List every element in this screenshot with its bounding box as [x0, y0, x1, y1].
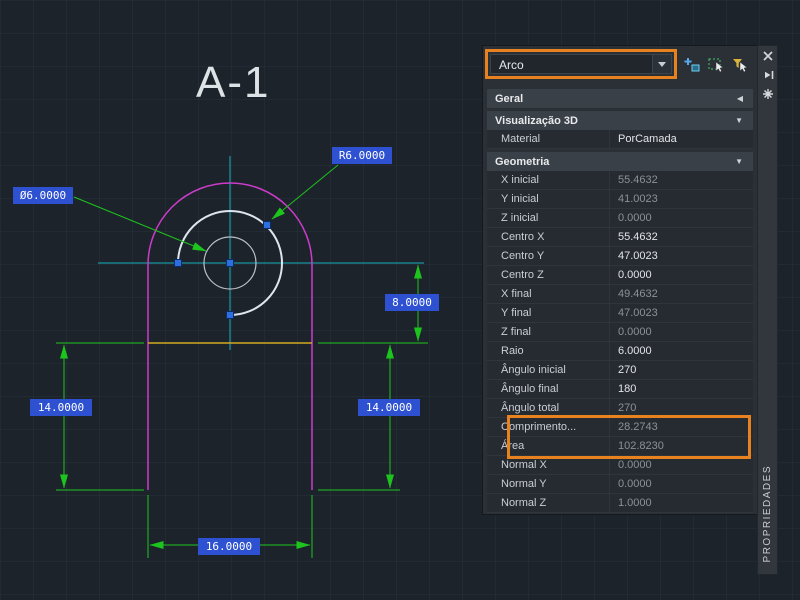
select-objects-icon [708, 58, 724, 73]
chevron-down-icon [658, 61, 666, 67]
property-value[interactable]: 0.0000 [610, 475, 753, 493]
palette-title: PROPRIEDADES [762, 464, 773, 562]
property-value[interactable]: 102.8230 [610, 437, 753, 455]
grip-arc-end[interactable] [174, 259, 182, 267]
select-objects-button[interactable] [705, 53, 727, 77]
row-z-inicial[interactable]: Z inicial 0.0000 [487, 209, 753, 228]
category-row-geometria[interactable]: Geometria ▼ [487, 152, 753, 171]
radius-leader-line[interactable] [271, 164, 339, 220]
row-z-final[interactable]: Z final 0.0000 [487, 323, 753, 342]
close-icon [762, 50, 773, 61]
radius-dimension-label[interactable]: R6.0000 [332, 147, 392, 164]
row-angulo-inicial[interactable]: Ângulo inicial 270 [487, 361, 753, 380]
diameter-leader-line[interactable] [73, 196, 207, 252]
collapse-arrow-icon: ◀ [736, 94, 743, 103]
collapse-arrow-icon: ▼ [735, 116, 743, 125]
property-value[interactable]: 55.4632 [610, 171, 753, 189]
row-centro-y[interactable]: Centro Y 47.0023 [487, 247, 753, 266]
dimension-extension-lines [56, 342, 428, 558]
row-angulo-final[interactable]: Ângulo final 180 [487, 380, 753, 399]
property-value[interactable]: 0.0000 [610, 456, 753, 474]
row-centro-z[interactable]: Centro Z 0.0000 [487, 266, 753, 285]
center-crosshair-lines [98, 156, 424, 350]
quick-select-icon [733, 59, 748, 73]
property-value[interactable]: 1.0000 [610, 494, 753, 512]
row-material[interactable]: Material PorCamada [487, 130, 753, 149]
collapse-arrow-icon: ▼ [735, 157, 743, 166]
property-value[interactable]: 270 [610, 399, 753, 417]
property-value[interactable]: 0.0000 [610, 209, 753, 227]
row-normal-z[interactable]: Normal Z 1.0000 [487, 494, 753, 513]
row-centro-x[interactable]: Centro X 55.4632 [487, 228, 753, 247]
row-raio[interactable]: Raio 6.0000 [487, 342, 753, 361]
dropdown-button[interactable] [652, 55, 671, 73]
row-x-final[interactable]: X final 49.4632 [487, 285, 753, 304]
settings-button[interactable] [758, 84, 777, 103]
diameter-dimension-label[interactable]: Ø6.0000 [13, 187, 73, 204]
width-dimension-label[interactable]: 16.0000 [198, 538, 260, 555]
row-normal-x[interactable]: Normal X 0.0000 [487, 456, 753, 475]
height-dimension-label[interactable]: 8.0000 [385, 294, 439, 311]
quick-select-button[interactable] [729, 53, 751, 77]
property-value[interactable]: 47.0023 [610, 304, 753, 322]
properties-panel: Arco Geral ◀ Visualização 3D ▼ Material … [482, 45, 758, 515]
grip-center[interactable] [226, 259, 234, 267]
property-value[interactable]: 0.0000 [610, 266, 753, 284]
property-value[interactable]: 41.0023 [610, 190, 753, 208]
autocad-window: A-1 R6.0000 Ø6.0000 8.0000 14.0000 14.00… [0, 0, 800, 600]
palette-header: Arco [483, 46, 757, 88]
palette-title-bar: PROPRIEDADES [757, 45, 778, 575]
property-value[interactable]: 49.4632 [610, 285, 753, 303]
row-y-inicial[interactable]: Y inicial 41.0023 [487, 190, 753, 209]
property-value[interactable]: 6.0000 [610, 342, 753, 360]
close-button[interactable] [758, 46, 777, 65]
property-value[interactable]: 28.2743 [610, 418, 753, 436]
property-rows: Geral ◀ Visualização 3D ▼ Material PorCa… [487, 89, 753, 513]
property-value[interactable]: PorCamada [610, 130, 753, 148]
property-value[interactable]: 180 [610, 380, 753, 398]
property-value[interactable]: 55.4632 [610, 228, 753, 246]
row-angulo-total[interactable]: Ângulo total 270 [487, 399, 753, 418]
grip-arc-start[interactable] [226, 311, 234, 319]
row-y-final[interactable]: Y final 47.0023 [487, 304, 753, 323]
property-value[interactable]: 47.0023 [610, 247, 753, 265]
row-comprimento[interactable]: Comprimento... 28.2743 [487, 418, 753, 437]
left-dimension-label[interactable]: 14.0000 [30, 399, 92, 416]
right-dimension-label[interactable]: 14.0000 [358, 399, 420, 416]
auto-hide-button[interactable] [758, 65, 777, 84]
row-area[interactable]: Área 102.8230 [487, 437, 753, 456]
auto-hide-icon [764, 70, 773, 79]
grip-arc-mid[interactable] [263, 221, 271, 229]
category-row-geral[interactable]: Geral ◀ [487, 89, 753, 108]
settings-icon [762, 88, 773, 99]
property-value[interactable]: 0.0000 [610, 323, 753, 341]
selector-highlight-box: Arco [485, 49, 677, 79]
selected-object-type: Arco [499, 58, 524, 72]
row-x-inicial[interactable]: X inicial 55.4632 [487, 171, 753, 190]
category-row-visualizacao-3d[interactable]: Visualização 3D ▼ [487, 111, 753, 130]
object-type-dropdown[interactable]: Arco [490, 54, 672, 74]
pickadd-toggle-icon [684, 58, 700, 72]
row-normal-y[interactable]: Normal Y 0.0000 [487, 475, 753, 494]
grip-handles[interactable] [174, 221, 271, 319]
property-value[interactable]: 270 [610, 361, 753, 379]
pickadd-toggle-button[interactable] [681, 53, 703, 77]
